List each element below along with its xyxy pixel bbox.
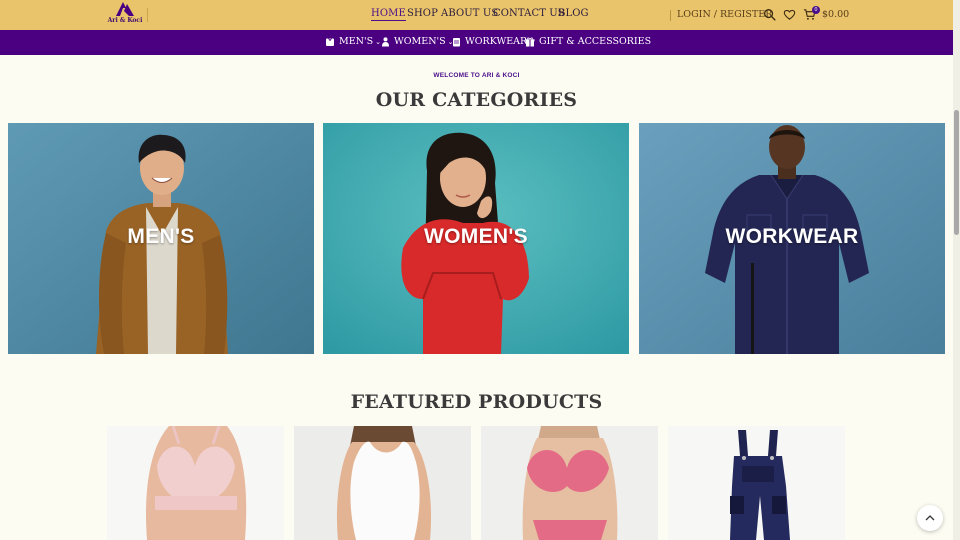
category-nav-label: WORKWEAR: [465, 36, 528, 47]
chevron-up-icon: [925, 515, 935, 521]
category-nav-womens[interactable]: WOMEN'S ⌄: [381, 36, 454, 47]
nav-contact-us[interactable]: CONTACT US: [493, 8, 565, 19]
category-nav-gift-accessories[interactable]: GIFT & ACCESSORIES: [525, 36, 651, 47]
main-nav: HOME SHOP ABOUT US CONTACT US BLOG: [0, 0, 960, 30]
nav-home[interactable]: HOME: [371, 8, 406, 21]
search-icon[interactable]: [763, 8, 776, 21]
uniform-icon: [453, 37, 460, 46]
top-header: Ari & Koci HOME SHOP ABOUT US CONTACT US…: [0, 0, 960, 30]
cart-count-badge: 0: [812, 6, 820, 14]
nav-about-us[interactable]: ABOUT US: [441, 8, 498, 19]
category-card-mens[interactable]: MEN'S: [8, 123, 314, 354]
scrollbar-thumb[interactable]: [954, 110, 959, 235]
login-register-link[interactable]: LOGIN / REGISTER: [677, 9, 772, 20]
featured-products-title: FEATURED PRODUCTS: [350, 391, 603, 413]
product-card[interactable]: [668, 426, 845, 540]
category-card-label: WOMEN'S: [424, 225, 528, 248]
white-tank-top-photo: [336, 426, 432, 540]
nav-shop[interactable]: SHOP: [407, 8, 438, 19]
heart-icon[interactable]: [783, 8, 796, 21]
product-card[interactable]: [107, 426, 284, 540]
category-nav-label: GIFT & ACCESSORIES: [539, 36, 652, 47]
page-scrollbar[interactable]: [953, 0, 960, 540]
category-card-womens[interactable]: WOMEN'S: [323, 123, 629, 354]
categories-title: OUR CATEGORIES: [375, 89, 578, 111]
category-nav-mens[interactable]: MEN'S ⌄: [325, 36, 381, 47]
category-nav: MEN'S ⌄ WOMEN'S ⌄ WORKWEAR GIFT & ACCESS…: [0, 30, 960, 55]
category-card-workwear[interactable]: WORKWEAR: [639, 123, 945, 354]
divider: [670, 10, 671, 21]
person-icon: [382, 36, 389, 46]
category-card-label: WORKWEAR: [725, 225, 859, 248]
welcome-eyebrow: WELCOME TO ARI & KOCI: [433, 72, 520, 79]
navy-work-overalls-photo: [730, 430, 790, 540]
product-card[interactable]: [294, 426, 471, 540]
shirt-icon: [326, 37, 334, 46]
category-nav-workwear[interactable]: WORKWEAR: [452, 36, 527, 47]
category-card-label: MEN'S: [127, 225, 195, 248]
cart-total[interactable]: $0.00: [822, 9, 849, 20]
product-card[interactable]: [481, 426, 658, 540]
scroll-to-top-button[interactable]: [917, 505, 943, 531]
pink-lace-lingerie-photo: [522, 426, 618, 540]
nav-blog[interactable]: BLOG: [558, 8, 589, 19]
category-nav-label: WOMEN'S: [394, 36, 446, 47]
category-nav-label: MEN'S: [339, 36, 374, 47]
pink-bra-photo: [145, 426, 247, 540]
gift-icon: [525, 36, 535, 46]
